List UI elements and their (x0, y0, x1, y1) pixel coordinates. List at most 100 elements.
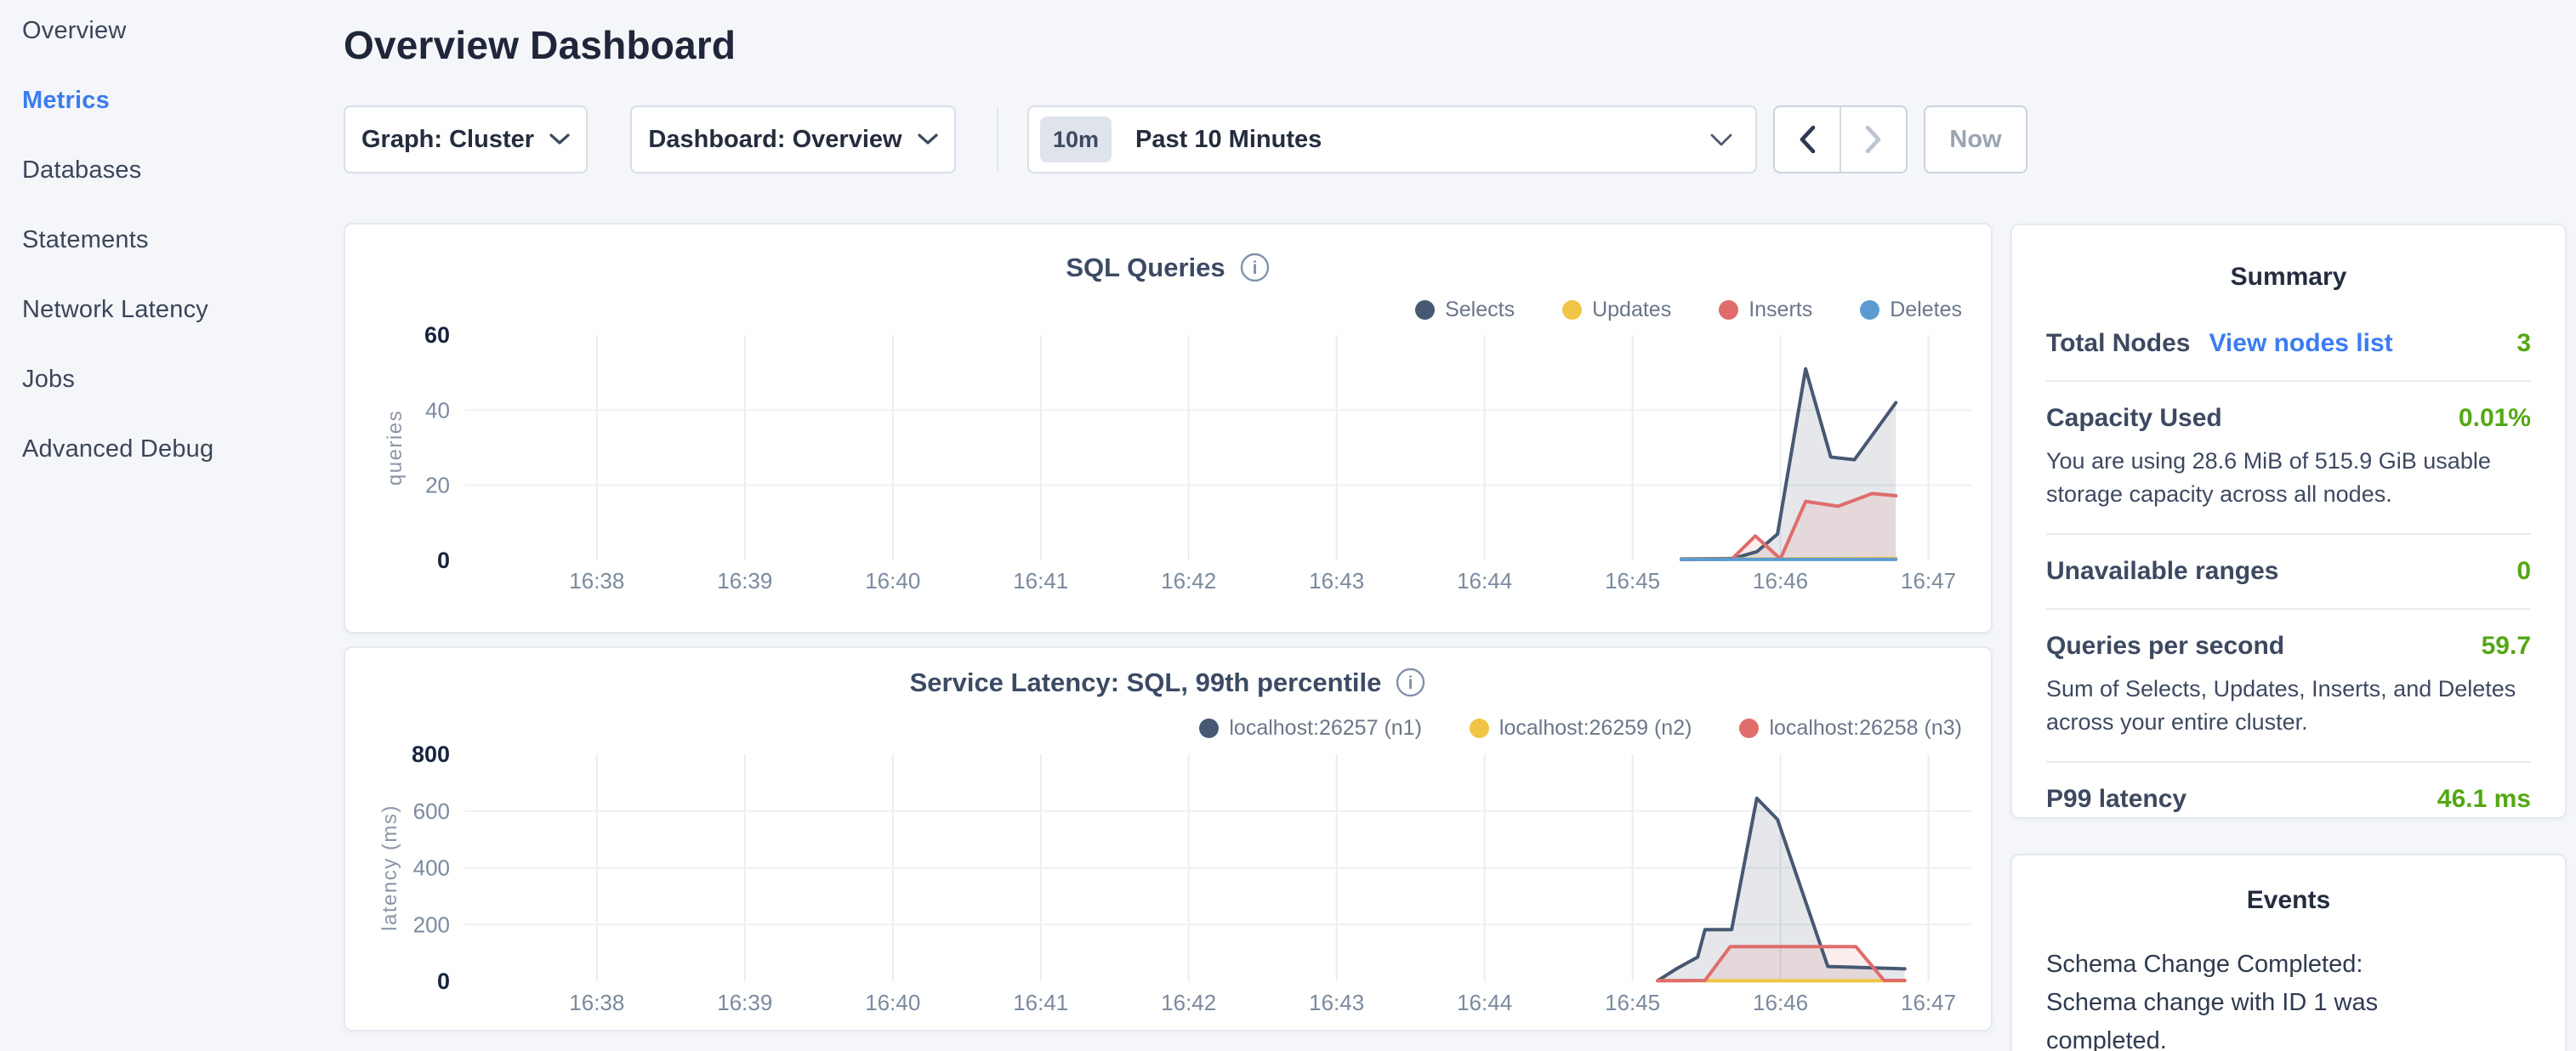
svg-text:40: 40 (425, 397, 450, 423)
legend-item: localhost:26258 (n3) (1739, 716, 1962, 741)
view-nodes-list-link[interactable]: View nodes list (2209, 329, 2392, 358)
svg-text:16:43: 16:43 (1309, 568, 1364, 594)
svg-text:16:38: 16:38 (569, 990, 624, 1015)
service-latency-chart-card: Service Latency: SQL, 99th percentile i … (344, 646, 1993, 1031)
svg-text:60: 60 (424, 322, 450, 348)
divider (2046, 608, 2531, 610)
svg-text:16:42: 16:42 (1161, 568, 1216, 594)
divider (2046, 380, 2531, 382)
sql-queries-chart[interactable]: 16:38 16:39 16:40 16:41 16:42 16:43 16:44 16:45… (345, 224, 1991, 632)
svg-text:0: 0 (437, 548, 450, 573)
sidebar-item-databases[interactable]: Databases (0, 135, 333, 205)
sidebar-item-metrics[interactable]: Metrics (0, 65, 333, 135)
time-window-arrows (1773, 105, 1908, 173)
legend-item: localhost:26259 (n2) (1470, 716, 1692, 741)
summary-note: Sum of Selects, Updates, Inserts, and De… (2046, 673, 2531, 739)
summary-value: 46.1 ms (2437, 785, 2531, 814)
info-icon[interactable]: i (1239, 252, 1271, 283)
legend-label: Inserts (1749, 298, 1812, 322)
sidebar-item-advanced-debug[interactable]: Advanced Debug (0, 414, 333, 484)
svg-text:16:47: 16:47 (1901, 568, 1956, 594)
event-item[interactable]: Schema Change Completed: Schema change w… (2046, 946, 2531, 1051)
events-panel: Events Schema Change Completed: Schema c… (2010, 854, 2567, 1051)
svg-text:600: 600 (413, 798, 450, 824)
svg-text:16:41: 16:41 (1013, 990, 1068, 1015)
graph-scope-dropdown-label: Graph: Cluster (361, 126, 534, 154)
summary-label: Unavailable ranges (2046, 557, 2278, 586)
time-range-picker[interactable]: 10m Past 10 Minutes (1027, 105, 1757, 173)
svg-text:16:39: 16:39 (717, 990, 772, 1015)
svg-text:16:39: 16:39 (717, 568, 772, 594)
legend-dot-icon (1719, 300, 1738, 320)
legend-label: localhost:26257 (n1) (1229, 716, 1422, 741)
svg-text:i: i (1408, 673, 1413, 693)
summary-value: 59.7 (2482, 632, 2531, 661)
legend-item: localhost:26257 (n1) (1199, 716, 1422, 741)
svg-text:0: 0 (437, 969, 450, 994)
svg-text:800: 800 (412, 741, 450, 767)
legend-dot-icon (1470, 719, 1489, 738)
previous-time-window-button[interactable] (1775, 107, 1841, 172)
legend-item: Updates (1562, 298, 1671, 322)
service-latency-chart[interactable]: 16:3816:3916:4016:4116:4216:4316:4416:45… (345, 648, 1991, 1030)
summary-label: Queries per second (2046, 632, 2284, 661)
legend-label: Updates (1592, 298, 1671, 322)
svg-text:16:46: 16:46 (1753, 568, 1808, 594)
chart-legend: Selects Updates Inserts Deletes (1415, 298, 1962, 322)
chevron-down-icon (918, 134, 938, 145)
summary-label: Capacity Used (2046, 404, 2222, 433)
sidebar-item-overview[interactable]: Overview (0, 0, 333, 65)
svg-text:16:41: 16:41 (1013, 568, 1068, 594)
legend-dot-icon (1199, 719, 1219, 738)
chevron-right-icon (1863, 124, 1884, 155)
summary-label: P99 latency (2046, 785, 2186, 814)
sidebar-item-jobs[interactable]: Jobs (0, 344, 333, 414)
svg-text:16:45: 16:45 (1605, 568, 1660, 594)
summary-panel: Summary Total Nodes View nodes list 3 Ca… (2010, 224, 2567, 819)
next-time-window-button[interactable] (1841, 107, 1906, 172)
info-icon[interactable]: i (1395, 667, 1426, 698)
svg-text:16:44: 16:44 (1457, 990, 1512, 1015)
sidebar-item-network-latency[interactable]: Network Latency (0, 275, 333, 344)
sql-queries-chart-card: SQL Queries i Selects Updates Inserts Delet… (344, 223, 1993, 633)
svg-text:16:46: 16:46 (1753, 990, 1808, 1015)
svg-text:16:38: 16:38 (569, 568, 624, 594)
time-range-badge: 10m (1040, 116, 1112, 162)
sidebar: Overview Metrics Databases Statements Ne… (0, 0, 333, 484)
dashboard-dropdown[interactable]: Dashboard: Overview (630, 105, 956, 173)
legend-label: localhost:26259 (n2) (1499, 716, 1692, 741)
time-range-label: Past 10 Minutes (1135, 126, 1322, 154)
svg-text:latency (ms): latency (ms) (378, 804, 401, 931)
legend-dot-icon (1739, 719, 1759, 738)
summary-note: You are using 28.6 MiB of 515.9 GiB usab… (2046, 445, 2531, 511)
svg-text:16:44: 16:44 (1457, 568, 1512, 594)
chart-title-text: Service Latency: SQL, 99th percentile (910, 668, 1382, 698)
summary-row-unavailable-ranges: Unavailable ranges 0 (2046, 557, 2531, 586)
svg-text:16:40: 16:40 (865, 568, 920, 594)
page-title: Overview Dashboard (344, 22, 736, 68)
legend-dot-icon (1562, 300, 1582, 320)
sidebar-item-statements[interactable]: Statements (0, 205, 333, 275)
legend-dot-icon (1860, 300, 1879, 320)
legend-label: localhost:26258 (n3) (1769, 716, 1962, 741)
svg-text:20: 20 (425, 473, 450, 498)
graph-scope-dropdown[interactable]: Graph: Cluster (344, 105, 588, 173)
summary-row-p99-latency: P99 latency 46.1 ms (2046, 785, 2531, 814)
chart-title: SQL Queries i (345, 252, 1991, 283)
svg-text:16:47: 16:47 (1901, 990, 1956, 1015)
legend-label: Deletes (1890, 298, 1962, 322)
svg-text:200: 200 (413, 912, 450, 937)
dashboard-dropdown-label: Dashboard: Overview (648, 126, 901, 154)
summary-row-total-nodes: Total Nodes View nodes list 3 (2046, 329, 2531, 358)
summary-title: Summary (2046, 263, 2531, 292)
chevron-down-icon (549, 134, 570, 145)
summary-value: 0.01% (2459, 404, 2531, 433)
events-title: Events (2046, 886, 2531, 915)
divider (2046, 533, 2531, 535)
svg-text:400: 400 (413, 855, 450, 881)
now-button[interactable]: Now (1924, 105, 2027, 173)
chevron-left-icon (1797, 124, 1817, 155)
legend-label: Selects (1445, 298, 1515, 322)
summary-label: Total Nodes (2046, 329, 2190, 358)
svg-text:16:43: 16:43 (1309, 990, 1364, 1015)
